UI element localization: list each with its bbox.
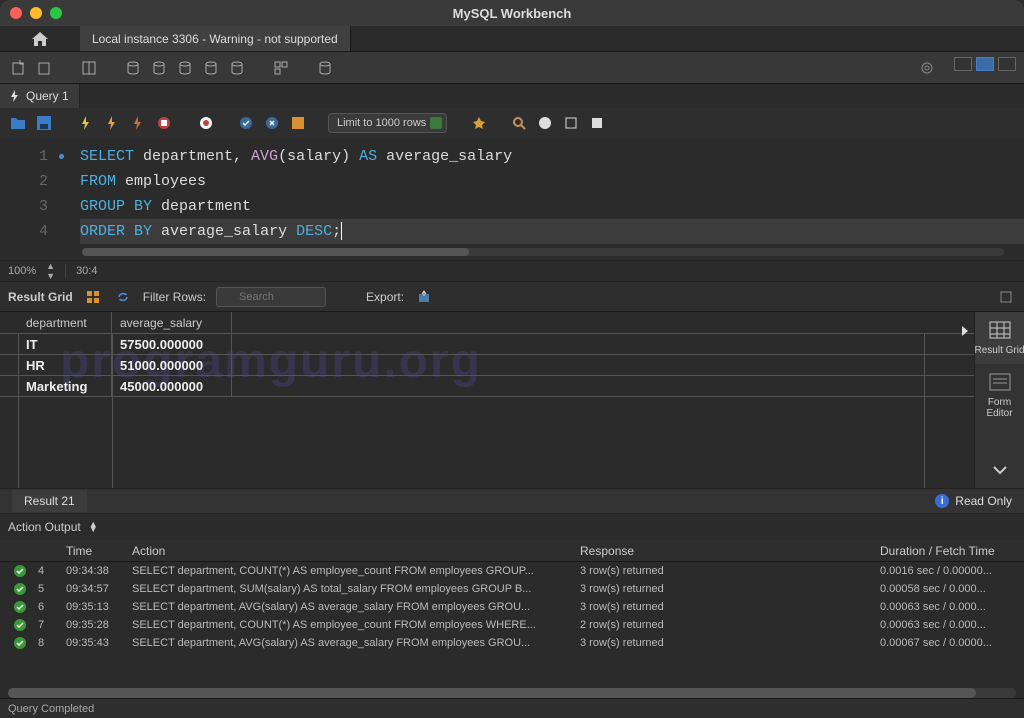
db-icon-2[interactable] xyxy=(148,57,170,79)
output-label: Action Output xyxy=(8,520,81,534)
dashboard-icon[interactable] xyxy=(270,57,292,79)
no-limit-icon[interactable] xyxy=(196,113,216,133)
settings-gear-icon[interactable] xyxy=(916,57,938,79)
editor-statusbar: 100% ▲▼ 30:4 xyxy=(0,260,1024,282)
stop-icon[interactable] xyxy=(154,113,174,133)
export-label: Export: xyxy=(366,290,404,304)
sql-toolbar: Limit to 1000 rows ¶ xyxy=(0,108,1024,138)
titlebar: MySQL Workbench xyxy=(0,0,1024,26)
panel-toggle-right[interactable] xyxy=(998,57,1016,71)
result-toolbar: Result Grid Filter Rows: Export: xyxy=(0,282,1024,312)
panel-toggle-bottom[interactable] xyxy=(976,57,994,71)
explain-icon[interactable] xyxy=(128,113,148,133)
save-file-icon[interactable] xyxy=(34,113,54,133)
autocommit-icon[interactable] xyxy=(288,113,308,133)
inspector-icon[interactable] xyxy=(78,57,100,79)
table-row[interactable]: IT57500.000000 xyxy=(0,334,974,355)
db-icon-5[interactable] xyxy=(226,57,248,79)
limit-rows-select[interactable]: Limit to 1000 rows xyxy=(328,113,447,133)
open-sql-icon[interactable] xyxy=(34,57,56,79)
result-area: programguru.org departmentaverage_salary… xyxy=(0,312,1024,488)
svg-text:¶: ¶ xyxy=(568,119,573,129)
grid-icon xyxy=(988,320,1012,340)
output-table: Time Action Response Duration / Fetch Ti… xyxy=(0,540,1024,652)
grid-view-icon[interactable] xyxy=(83,287,103,307)
query-tab-label: Query 1 xyxy=(26,89,69,103)
db-icon-4[interactable] xyxy=(200,57,222,79)
editor-scrollbar[interactable] xyxy=(82,248,1004,256)
execute-current-icon[interactable] xyxy=(102,113,122,133)
sql-editor[interactable]: 1234 SELECT department, AVG(salary) AS a… xyxy=(0,138,1024,260)
result-tab[interactable]: Result 21 xyxy=(12,490,87,512)
panel-toggle-left[interactable] xyxy=(954,57,972,71)
side-tab-result-grid[interactable]: Result Grid xyxy=(975,312,1024,364)
db-icon-1[interactable] xyxy=(122,57,144,79)
wrap-icon[interactable]: ¶ xyxy=(561,113,581,133)
server-icon[interactable] xyxy=(314,57,336,79)
invisible-chars-icon[interactable] xyxy=(535,113,555,133)
line-gutter: 1234 xyxy=(0,138,60,260)
side-tab-form-editor[interactable]: Form Editor xyxy=(975,364,1024,427)
statusbar: Query Completed xyxy=(0,698,1024,718)
lightning-icon xyxy=(10,90,20,102)
table-row[interactable]: Marketing45000.000000 xyxy=(0,376,974,397)
code-area[interactable]: SELECT department, AVG(salary) AS averag… xyxy=(60,138,1024,260)
col-duration: Duration / Fetch Time xyxy=(874,544,1024,558)
column-header[interactable]: average_salary xyxy=(112,312,232,333)
form-icon xyxy=(988,372,1012,392)
commit-icon[interactable] xyxy=(236,113,256,133)
main-toolbar xyxy=(0,52,1024,84)
open-file-icon[interactable] xyxy=(8,113,28,133)
connection-tabs: Local instance 3306 - Warning - not supp… xyxy=(0,26,1024,52)
export-icon[interactable] xyxy=(414,287,434,307)
refresh-icon[interactable] xyxy=(113,287,133,307)
side-tab-more[interactable] xyxy=(975,457,1024,488)
filter-input[interactable] xyxy=(216,287,326,307)
readonly-indicator: i Read Only xyxy=(935,494,1012,508)
cursor-position: 30:4 xyxy=(76,265,97,277)
col-response: Response xyxy=(574,544,874,558)
result-grid[interactable]: programguru.org departmentaverage_salary… xyxy=(0,312,974,488)
new-sql-tab-icon[interactable] xyxy=(8,57,30,79)
output-row[interactable]: 4 09:34:38 SELECT department, COUNT(*) A… xyxy=(0,562,1024,580)
result-status-bar: Result 21 i Read Only xyxy=(0,488,1024,514)
table-row[interactable]: HR51000.000000 xyxy=(0,355,974,376)
result-side-tabs: Result Grid Form Editor xyxy=(974,312,1024,488)
status-text: Query Completed xyxy=(8,703,94,715)
query-tabs: Query 1 xyxy=(0,84,1024,108)
output-row[interactable]: 5 09:34:57 SELECT department, SUM(salary… xyxy=(0,580,1024,598)
beautify-icon[interactable] xyxy=(469,113,489,133)
execute-icon[interactable] xyxy=(76,113,96,133)
result-grid-label: Result Grid xyxy=(8,290,73,304)
home-icon xyxy=(32,32,48,46)
window-title: MySQL Workbench xyxy=(0,6,1024,21)
find-icon[interactable] xyxy=(509,113,529,133)
output-row[interactable]: 7 09:35:28 SELECT department, COUNT(*) A… xyxy=(0,616,1024,634)
col-action: Action xyxy=(126,544,574,558)
filter-label: Filter Rows: xyxy=(143,290,206,304)
rollback-icon[interactable] xyxy=(262,113,282,133)
db-icon-3[interactable] xyxy=(174,57,196,79)
info-icon: i xyxy=(935,494,949,508)
zoom-level: 100% xyxy=(8,265,36,277)
home-tab[interactable] xyxy=(0,26,80,51)
column-header[interactable]: department xyxy=(18,312,112,333)
maximize-result-icon[interactable] xyxy=(996,287,1016,307)
output-scrollbar[interactable] xyxy=(8,688,1016,698)
output-row[interactable]: 6 09:35:13 SELECT department, AVG(salary… xyxy=(0,598,1024,616)
side-tab-label: Result Grid xyxy=(975,345,1024,356)
query-tab-1[interactable]: Query 1 xyxy=(0,84,80,108)
chevron-down-icon xyxy=(992,465,1008,475)
col-time: Time xyxy=(60,544,126,558)
side-tab-label: Form Editor xyxy=(975,397,1024,419)
output-header: Action Output ▲▼ xyxy=(0,514,1024,540)
snippet-icon[interactable] xyxy=(587,113,607,133)
next-page-icon[interactable] xyxy=(960,324,970,338)
connection-tab[interactable]: Local instance 3306 - Warning - not supp… xyxy=(80,26,351,51)
output-row[interactable]: 8 09:35:43 SELECT department, AVG(salary… xyxy=(0,634,1024,652)
